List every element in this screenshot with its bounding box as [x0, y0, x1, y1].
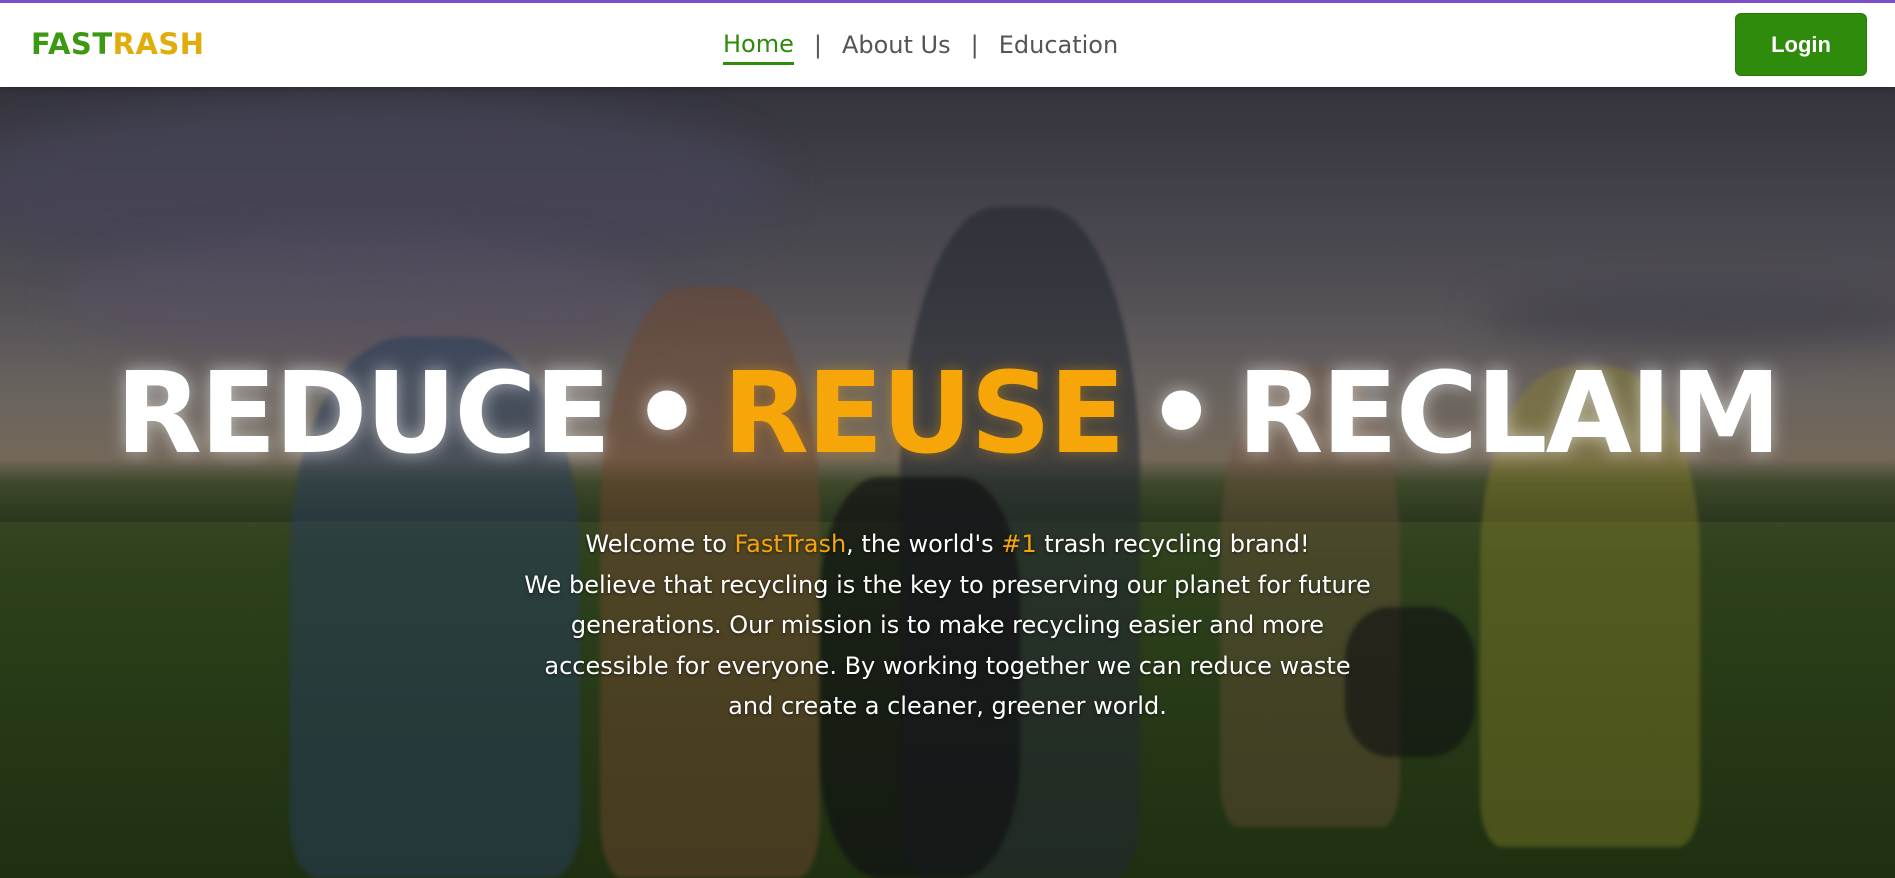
main-nav: Home | About Us | Education — [723, 3, 1118, 87]
hero-section: REDUCE • REUSE • RECLAIM Welcome to FastTras… — [0, 87, 1895, 878]
brand-logo-part-fast: FAST — [31, 27, 113, 61]
headline-dot: • — [1145, 349, 1218, 479]
intro-brand: FastTrash — [734, 530, 847, 558]
brand-logo[interactable]: FASTRASH — [31, 27, 205, 61]
nav-separator: | — [970, 31, 979, 59]
top-accent-line — [0, 0, 1895, 3]
headline-word-reduce: REDUCE — [115, 349, 611, 479]
intro-mid: , the world's — [846, 530, 1002, 558]
hero-headline: REDUCE • REUSE • RECLAIM — [0, 349, 1895, 479]
headline-word-reclaim: RECLAIM — [1237, 349, 1781, 479]
nav-link-education[interactable]: Education — [999, 27, 1118, 63]
cloud-shape — [1480, 287, 1895, 347]
brand-logo-part-rash: RASH — [112, 27, 205, 61]
intro-rank: #1 — [1001, 530, 1037, 558]
hero-intro-text: Welcome to FastTrash, the world's #1 tra… — [520, 524, 1375, 727]
navbar: FASTRASH Home | About Us | Education Log… — [0, 3, 1895, 87]
intro-suffix: trash recycling brand! — [1036, 530, 1310, 558]
nav-separator: | — [813, 31, 822, 59]
headline-word-reuse: REUSE — [722, 349, 1126, 479]
intro-prefix: Welcome to — [585, 530, 735, 558]
intro-body: We believe that recycling is the key to … — [524, 570, 1371, 721]
login-button[interactable]: Login — [1735, 13, 1867, 76]
cloud-shape — [60, 237, 660, 357]
nav-link-home[interactable]: Home — [723, 26, 794, 65]
nav-link-about-us[interactable]: About Us — [842, 27, 951, 63]
headline-dot: • — [631, 349, 703, 479]
